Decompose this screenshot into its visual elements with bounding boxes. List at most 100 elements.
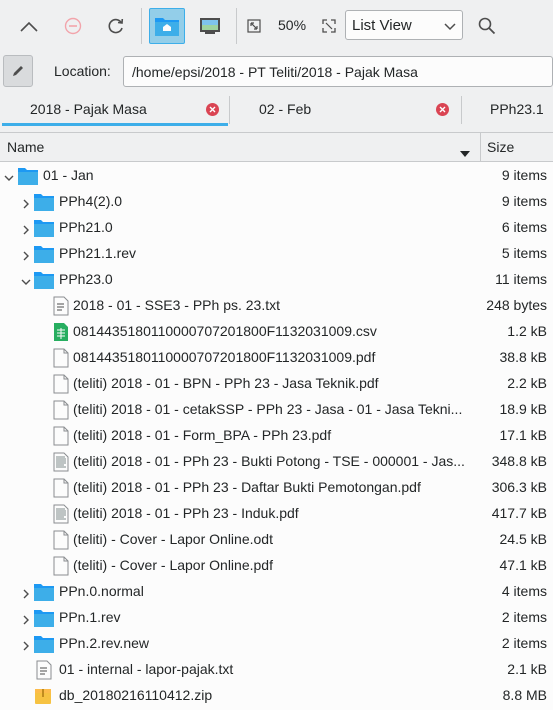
close-tab-icon[interactable] [206,103,219,116]
file-row[interactable]: db_20180216110412.zip 8.8 MB [0,683,553,709]
stop-icon [64,17,82,35]
search-button[interactable] [472,8,502,44]
folder-row[interactable]: PPn.2.rev.new 2 items [0,631,553,657]
row-size: 18.9 kB [499,401,547,417]
pdf-file-icon [53,478,69,501]
file-row[interactable]: 2018 - 01 - SSE3 - PPh ps. 23.txt 248 byt… [0,293,553,319]
row-name: PPh21.1.rev [59,245,137,261]
row-name: (teliti) 2018 - 01 - BPN - PPh 23 - Jasa… [73,375,379,391]
pdf-file-icon [53,426,69,449]
folder-row[interactable]: PPh23.0 11 items [0,267,553,293]
row-name: (teliti) 2018 - 01 - Form_BPA - PPh 23.p… [73,427,332,443]
row-size: 2.1 kB [507,661,547,677]
file-row[interactable]: (teliti) 2018 - 01 - PPh 23 - Daftar Buk… [0,475,553,501]
row-name: (teliti) - Cover - Lapor Online.pdf [73,557,273,573]
navigate-up-button[interactable] [14,8,44,44]
close-tab-icon[interactable] [436,103,449,116]
text-file-icon [53,296,69,319]
tab-pajak-masa[interactable]: 2018 - Pajak Masa [2,94,228,126]
text-file-icon [36,660,52,683]
edit-location-button[interactable] [3,55,33,87]
pdf-file-icon [53,374,69,397]
folder-row[interactable]: PPh4(2).0 9 items [0,189,553,215]
pdf-file-icon [53,556,69,579]
expand-chevron-icon[interactable] [21,612,31,625]
folder-row[interactable]: PPn.0.normal 4 items [0,579,553,605]
pdf-file-icon [53,504,69,527]
row-size: 2 items [501,609,547,625]
file-row[interactable]: 0814435180110000707201800F1132031009.pdf… [0,345,553,371]
row-name: (teliti) 2018 - 01 - PPh 23 - Bukti Poto… [73,453,465,469]
column-header: Name Size [0,133,553,162]
row-name: PPh23.0 [59,271,113,287]
tab-pph23-1[interactable]: PPh23.1 [462,94,553,126]
folder-row[interactable]: PPn.1.rev 2 items [0,605,553,631]
row-size: 47.1 kB [499,557,547,573]
folder-row[interactable]: 01 - Jan 9 items [0,163,553,189]
row-name: PPn.0.normal [59,583,144,599]
view-mode-value: List View [352,17,412,34]
column-name-header[interactable]: Name [7,139,44,155]
collapse-chevron-icon[interactable] [4,170,14,181]
row-size: 17.1 kB [499,427,547,443]
expand-chevron-icon[interactable] [21,222,31,235]
file-row[interactable]: 01 - internal - lapor-pajak.txt 2.1 kB [0,657,553,683]
preview-button[interactable] [195,8,225,44]
toolbar-separator [141,8,142,44]
file-row[interactable]: 0814435180110000707201800F1132031009.csv… [0,319,553,345]
location-input[interactable]: /home/epsi/2018 - PT Teliti/2018 - Pajak… [123,56,553,87]
folder-icon [17,166,39,189]
reload-icon [108,18,124,34]
folder-icon [33,218,55,241]
view-mode-select[interactable]: List View [345,10,463,40]
row-size: 9 items [501,193,547,209]
expand-chevron-icon[interactable] [21,196,31,209]
stop-button[interactable] [58,8,88,44]
file-row[interactable]: (teliti) 2018 - 01 - cetakSSP - PPh 23 -… [0,397,553,423]
row-size: 306.3 kB [491,479,547,495]
expand-chevron-icon[interactable] [21,638,31,651]
folder-icon [33,244,55,267]
file-row[interactable]: (teliti) 2018 - 01 - Form_BPA - PPh 23.p… [0,423,553,449]
expand-chevron-icon[interactable] [21,586,31,599]
row-size: 2 items [501,635,547,651]
tab-label: 2018 - Pajak Masa [30,101,147,117]
row-size: 9 items [501,167,547,183]
expand-chevron-icon[interactable] [21,248,31,261]
pdf-file-icon [53,348,69,371]
row-name: db_20180216110412.zip [59,687,213,703]
zoom-fit-icon [247,19,261,33]
file-row[interactable]: (teliti) 2018 - 01 - PPh 23 - Bukti Poto… [0,449,553,475]
row-size: 38.8 kB [499,349,547,365]
row-size: 2.2 kB [507,375,547,391]
file-row[interactable]: (teliti) - Cover - Lapor Online.odt 24.5 … [0,527,553,553]
row-size: 4 items [501,583,547,599]
row-size: 6 items [501,219,547,235]
column-size-header[interactable]: Size [487,139,514,155]
row-size: 5 items [501,245,547,261]
home-folder-button[interactable] [149,8,185,44]
expand-icon [322,19,336,33]
collapse-chevron-icon[interactable] [21,274,31,285]
row-size: 11 items [495,271,547,287]
file-list-view[interactable]: Name Size 01 - Jan 9 items PPh4(2).0 9 item… [0,132,553,710]
expand-button[interactable] [318,8,340,44]
tab-02-feb[interactable]: 02 - Feb [230,94,460,126]
folder-row[interactable]: PPh21.1.rev 5 items [0,241,553,267]
file-row[interactable]: (teliti) - Cover - Lapor Online.pdf 47.1 … [0,553,553,579]
navigate-up-icon [20,21,38,32]
tab-label: PPh23.1 [490,101,544,117]
folder-icon [33,192,55,215]
main-toolbar: 50% List View [0,0,553,52]
spreadsheet-icon [53,322,69,345]
file-row[interactable]: (teliti) 2018 - 01 - BPN - PPh 23 - Jasa… [0,371,553,397]
zoom-fit-button[interactable] [243,8,265,44]
reload-button[interactable] [101,8,131,44]
pdf-file-icon [53,400,69,423]
file-row[interactable]: (teliti) 2018 - 01 - PPh 23 - Induk.pdf 4… [0,501,553,527]
folder-icon [33,582,55,605]
folder-row[interactable]: PPh21.0 6 items [0,215,553,241]
location-label: Location: [54,63,111,79]
column-separator [480,133,481,162]
folder-icon [33,608,55,631]
